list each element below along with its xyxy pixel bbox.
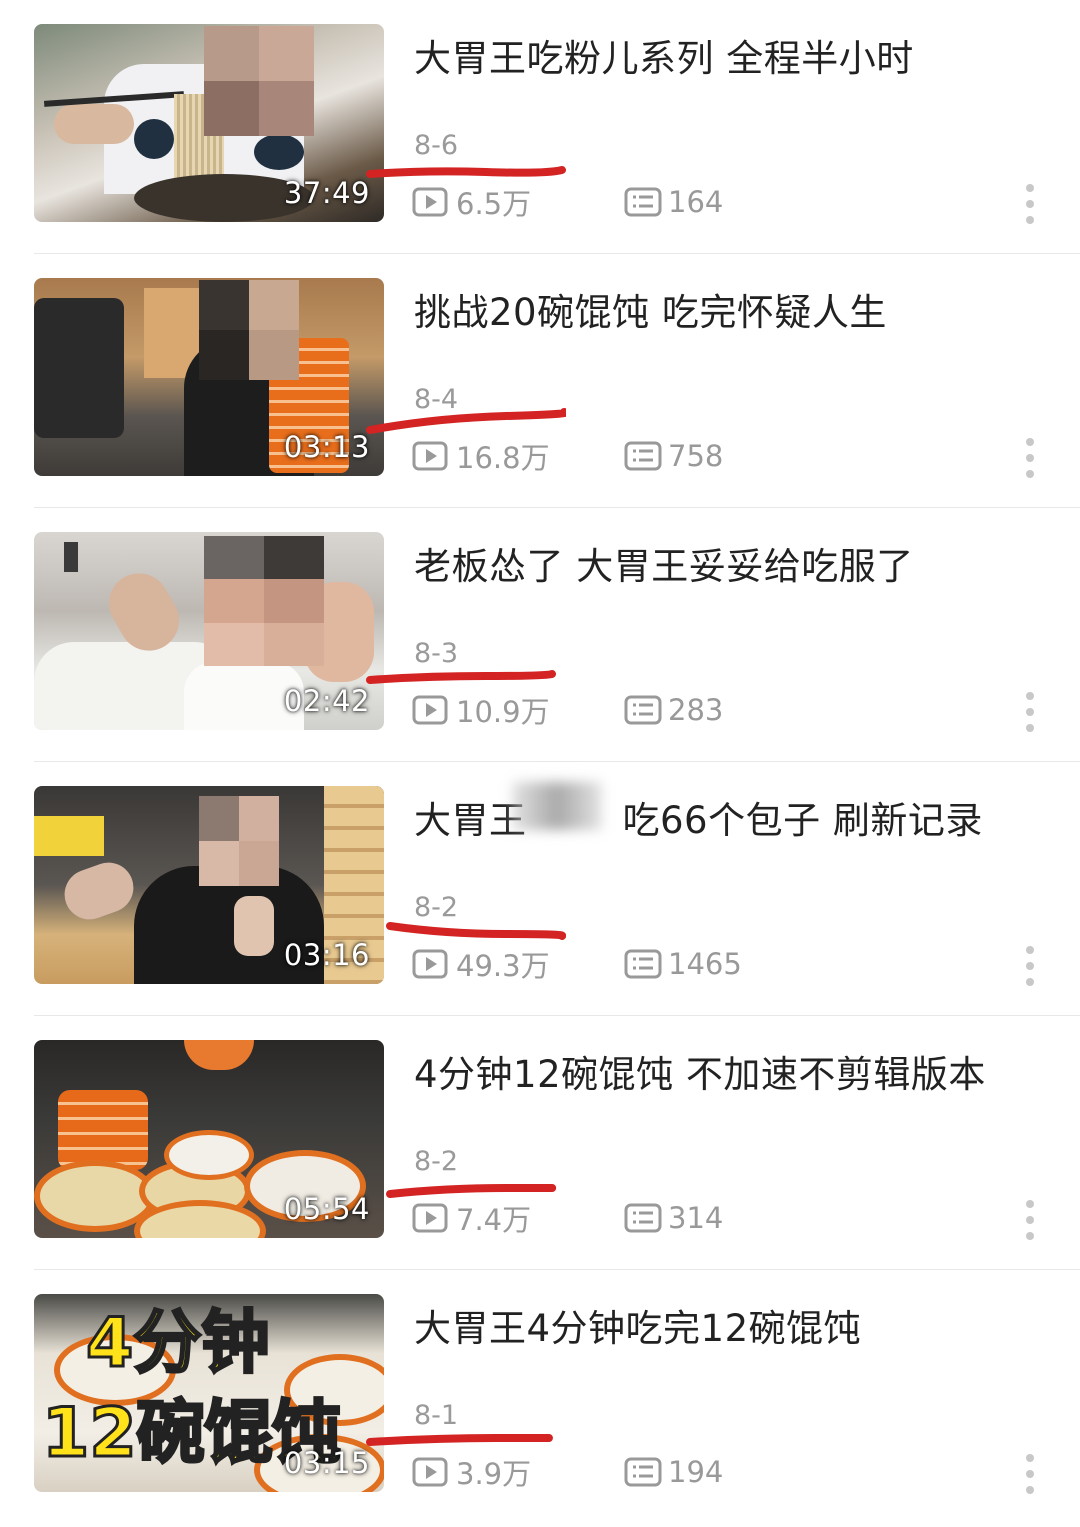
video-thumbnail[interactable]: 03:16 bbox=[34, 786, 384, 984]
video-list-item[interactable]: 03:13 挑战20碗馄饨 吃完怀疑人生 8-4 16.8万 758 bbox=[0, 254, 1080, 508]
play-icon bbox=[412, 1457, 448, 1487]
red-underline-annotation bbox=[366, 1434, 553, 1446]
play-icon bbox=[412, 441, 448, 471]
view-count: 3.9万 bbox=[412, 1450, 531, 1494]
view-count: 10.9万 bbox=[412, 688, 550, 732]
video-list-item[interactable]: 4分钟 12碗馄饨 03:15 大胃王4分钟吃完12碗馄饨 8-1 3.9万 1… bbox=[0, 1270, 1080, 1524]
red-underline-annotation bbox=[366, 408, 566, 434]
comment-icon bbox=[624, 441, 662, 471]
video-thumbnail[interactable]: 05:54 bbox=[34, 1040, 384, 1238]
red-underline-annotation bbox=[386, 922, 566, 940]
video-duration: 03:13 bbox=[283, 430, 370, 464]
video-title[interactable]: 大胃王 吃66个包子 刷新记录 bbox=[414, 790, 1054, 844]
video-date: 8-6 bbox=[414, 130, 459, 161]
red-underline-annotation bbox=[386, 1184, 557, 1198]
play-icon bbox=[412, 1203, 448, 1233]
view-count: 7.4万 bbox=[412, 1196, 531, 1240]
comment-count: 314 bbox=[624, 1196, 723, 1240]
red-underline-annotation bbox=[366, 166, 566, 178]
video-duration: 02:42 bbox=[283, 684, 370, 718]
video-list-item[interactable]: 03:16 大胃王 吃66个包子 刷新记录 8-2 49.3万 1465 bbox=[0, 762, 1080, 1016]
comment-count: 194 bbox=[624, 1450, 723, 1494]
video-title[interactable]: 4分钟12碗馄饨 不加速不剪辑版本 bbox=[414, 1044, 1054, 1098]
more-options-icon[interactable] bbox=[1024, 946, 1036, 986]
comment-icon bbox=[624, 1203, 662, 1233]
video-date: 8-3 bbox=[414, 638, 459, 669]
comment-icon bbox=[624, 949, 662, 979]
video-title[interactable]: 老板怂了 大胃王妥妥给吃服了 bbox=[414, 536, 1054, 590]
comment-count: 758 bbox=[624, 434, 723, 478]
video-thumbnail[interactable]: 03:13 bbox=[34, 278, 384, 476]
comment-count: 1465 bbox=[624, 942, 742, 986]
more-options-icon[interactable] bbox=[1024, 692, 1036, 732]
video-title[interactable]: 大胃王吃粉儿系列 全程半小时 bbox=[414, 28, 1054, 82]
blurred-name-patch bbox=[512, 782, 602, 830]
view-count: 16.8万 bbox=[412, 434, 550, 478]
video-duration: 03:15 bbox=[283, 1446, 370, 1480]
video-title[interactable]: 大胃王4分钟吃完12碗馄饨 bbox=[414, 1298, 1054, 1352]
comment-icon bbox=[624, 187, 662, 217]
more-options-icon[interactable] bbox=[1024, 184, 1036, 224]
video-thumbnail[interactable]: 4分钟 12碗馄饨 03:15 bbox=[34, 1294, 384, 1492]
video-thumbnail[interactable]: 37:49 bbox=[34, 24, 384, 222]
video-date: 8-2 bbox=[414, 892, 459, 923]
view-count: 49.3万 bbox=[412, 942, 550, 986]
thumbnail-overlay-text: 4分钟 bbox=[84, 1304, 270, 1383]
video-list-item[interactable]: 02:42 老板怂了 大胃王妥妥给吃服了 8-3 10.9万 283 bbox=[0, 508, 1080, 762]
video-duration: 05:54 bbox=[283, 1192, 370, 1226]
play-icon bbox=[412, 187, 448, 217]
more-options-icon[interactable] bbox=[1024, 1454, 1036, 1494]
video-duration: 03:16 bbox=[283, 938, 370, 972]
comment-icon bbox=[624, 695, 662, 725]
play-icon bbox=[412, 695, 448, 725]
video-duration: 37:49 bbox=[283, 176, 370, 210]
video-title[interactable]: 挑战20碗馄饨 吃完怀疑人生 bbox=[414, 282, 1054, 336]
video-thumbnail[interactable]: 02:42 bbox=[34, 532, 384, 730]
red-underline-annotation bbox=[366, 670, 556, 684]
comment-count: 283 bbox=[624, 688, 723, 732]
more-options-icon[interactable] bbox=[1024, 438, 1036, 478]
video-date: 8-1 bbox=[414, 1400, 459, 1431]
play-icon bbox=[412, 949, 448, 979]
comment-icon bbox=[624, 1457, 662, 1487]
video-list-item[interactable]: 05:54 4分钟12碗馄饨 不加速不剪辑版本 8-2 7.4万 314 bbox=[0, 1016, 1080, 1270]
video-list-item[interactable]: 37:49 大胃王吃粉儿系列 全程半小时 8-6 6.5万 164 bbox=[0, 0, 1080, 254]
comment-count: 164 bbox=[624, 180, 723, 224]
more-options-icon[interactable] bbox=[1024, 1200, 1036, 1240]
view-count: 6.5万 bbox=[412, 180, 531, 224]
video-date: 8-2 bbox=[414, 1146, 459, 1177]
video-date: 8-4 bbox=[414, 384, 459, 415]
